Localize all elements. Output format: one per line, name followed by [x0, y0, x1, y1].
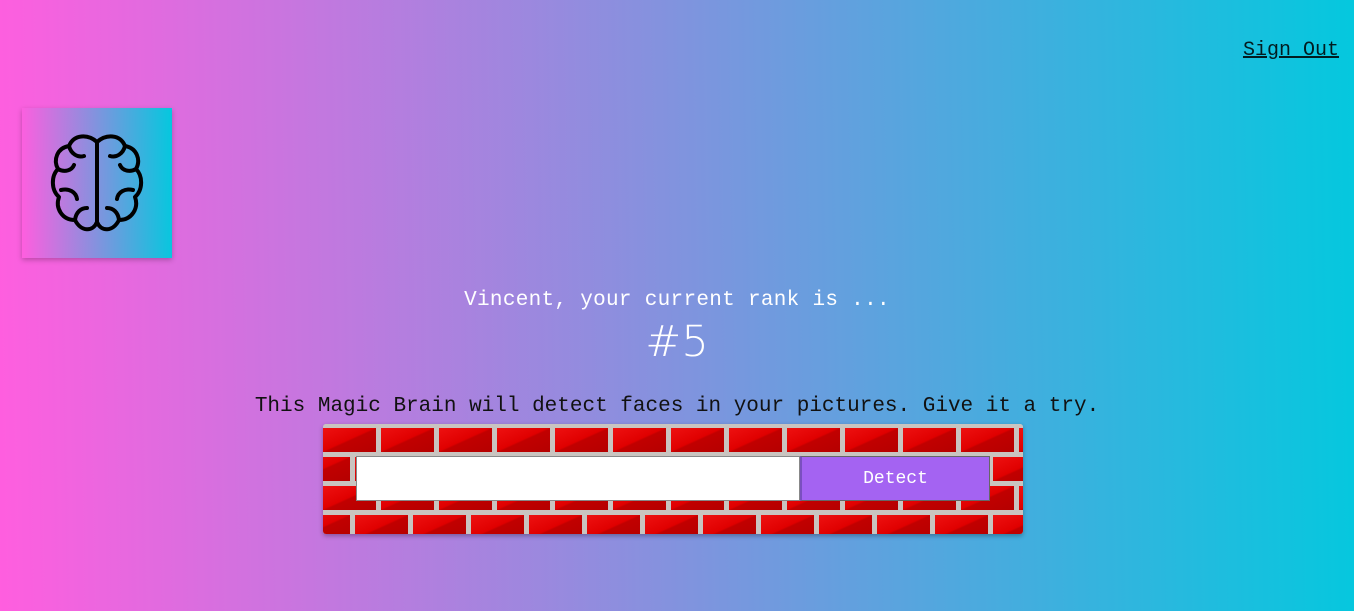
image-url-input[interactable] — [356, 456, 800, 501]
logo-card[interactable] — [22, 108, 172, 258]
top-navigation: Sign Out — [1243, 39, 1339, 62]
rank-title: Vincent, your current rank is ... — [464, 289, 890, 312]
form-description: This Magic Brain will detect faces in yo… — [254, 395, 1100, 418]
rank-value: #5 — [645, 317, 709, 367]
brain-icon — [50, 134, 144, 232]
image-link-form: Detect — [323, 424, 1023, 534]
sign-out-link[interactable]: Sign Out — [1243, 39, 1339, 62]
detect-button[interactable]: Detect — [800, 456, 990, 501]
